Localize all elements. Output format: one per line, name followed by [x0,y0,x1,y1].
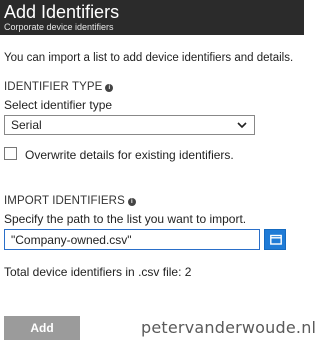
blade-header: Add Identifiers Corporate device identif… [0,0,304,35]
page-title: Add Identifiers [4,2,120,22]
add-button[interactable]: Add [4,316,80,340]
identifier-type-value: Serial [11,118,42,132]
info-icon[interactable]: i [127,198,136,206]
page-subtitle: Corporate device identifiers [4,22,114,32]
identifier-type-heading: IDENTIFIER TYPE [4,81,103,93]
overwrite-label: Overwrite details for existing identifie… [25,148,234,162]
overwrite-checkbox[interactable] [4,147,17,160]
file-path-input[interactable]: "Company-owned.csv" [4,229,260,250]
browse-button[interactable] [264,229,286,250]
folder-icon [270,234,282,245]
select-identifier-type-label: Select identifier type [4,98,113,112]
total-identifiers-text: Total device identifiers in .csv file: 2 [4,265,192,279]
import-identifiers-section: IMPORT IDENTIFIERS i [4,194,136,208]
watermark: petervanderwoude.nl [141,318,317,337]
chevron-down-icon [237,122,247,129]
identifier-type-section: IDENTIFIER TYPE i [4,80,114,94]
intro-text: You can import a list to add device iden… [4,52,294,64]
info-icon[interactable]: i [105,84,114,92]
import-identifiers-heading: IMPORT IDENTIFIERS [4,195,125,207]
import-hint: Specify the path to the list you want to… [4,212,247,226]
identifier-type-select[interactable]: Serial [4,115,255,135]
file-path-value: "Company-owned.csv" [11,233,132,247]
